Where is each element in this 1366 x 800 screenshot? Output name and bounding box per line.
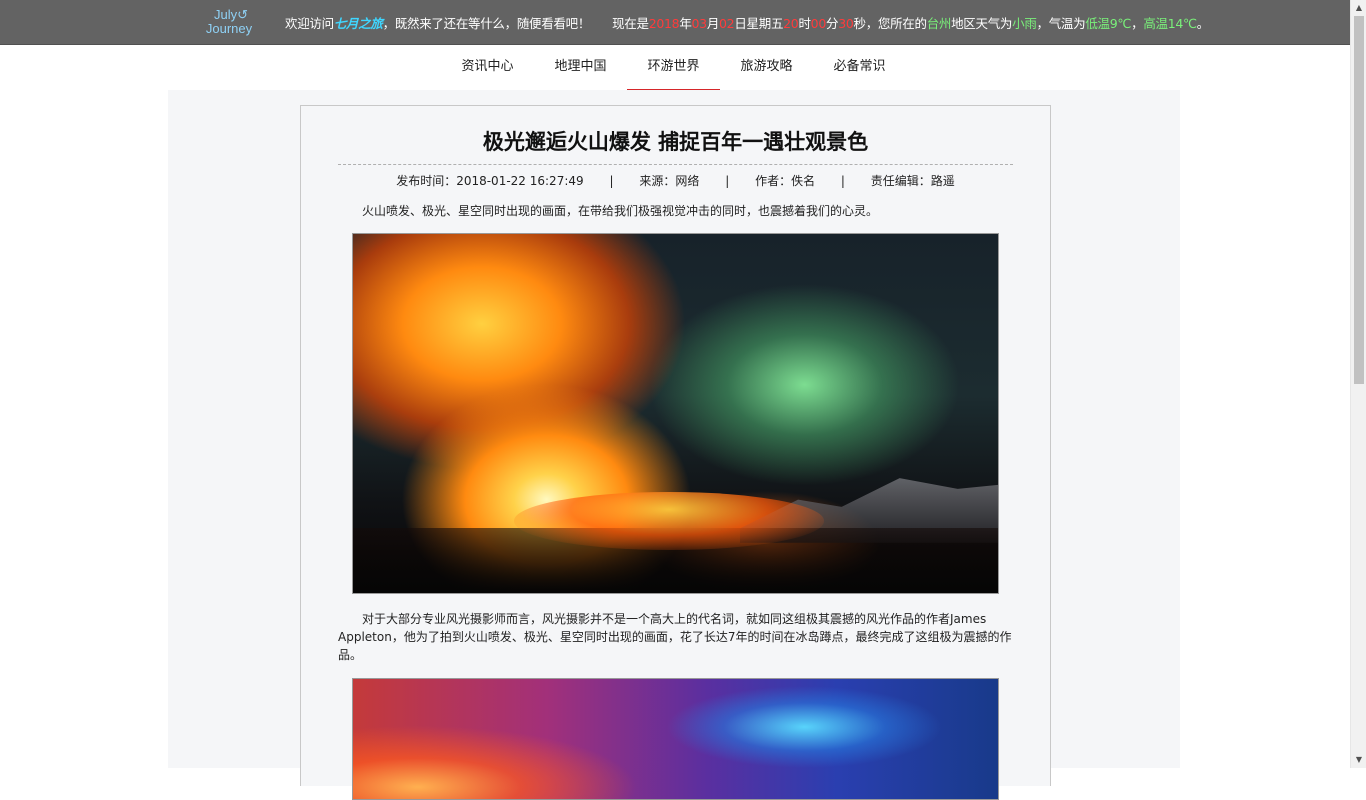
volcano-aurora-photo: [352, 233, 999, 594]
hour-value: 20: [783, 16, 799, 31]
temp-prefix: ，气温为: [1036, 16, 1086, 31]
welcome-end: 。: [1196, 16, 1210, 31]
logo-line1: July↺: [213, 7, 248, 22]
editor: 责任编辑：路遥: [870, 174, 955, 188]
time-label: 现在是: [612, 16, 649, 31]
location-prefix: 秒，您所在的: [853, 16, 928, 31]
meta-separator: |: [725, 174, 730, 188]
welcome-prefix: 欢迎访问: [285, 16, 334, 31]
weather-value: 小雨: [1012, 16, 1037, 31]
article: 极光邂逅火山爆发 捕捉百年一遇壮观景色 发布时间：2018-01-22 16:2…: [300, 105, 1051, 800]
site-name: 七月之旅: [333, 16, 383, 31]
welcome-message: 欢迎访问七月之旅，既然来了还在等什么，随便看看吧！ 现在是2018年03月02日…: [285, 16, 1210, 31]
welcome-suffix: ，既然来了还在等什么，随便看看吧！: [382, 16, 591, 31]
weather-prefix: 地区天气为: [951, 16, 1013, 31]
article-intro: 火山喷发、极光、星空同时出现的画面，在带给我们极强视觉冲击的同时，也震撼着我们的…: [362, 204, 879, 218]
day-value: 02: [719, 16, 735, 31]
temp-comma: ，: [1131, 16, 1144, 31]
nav-item-news[interactable]: 资讯中心: [441, 45, 534, 91]
source: 来源：网络: [639, 174, 700, 188]
author: 作者：佚名: [755, 174, 816, 188]
nav-item-world-travel[interactable]: 环游世界: [627, 45, 720, 91]
title-divider: [338, 164, 1013, 165]
main-nav: 资讯中心 地理中国 环游世界 旅游攻略 必备常识: [441, 45, 906, 91]
year-value: 2018: [648, 16, 680, 31]
weekday-value: 五: [770, 16, 784, 31]
nav-item-geography-china[interactable]: 地理中国: [534, 45, 627, 91]
second-value: 30: [838, 16, 854, 31]
low-temp: 低温9℃: [1085, 16, 1132, 31]
logo[interactable]: July↺ Journey: [200, 8, 258, 36]
scroll-down-arrow-icon[interactable]: ▼: [1351, 752, 1366, 768]
volcano-aurora-photo-2: [352, 678, 999, 800]
top-bar: July↺ Journey 欢迎访问七月之旅，既然来了还在等什么，随便看看吧！ …: [0, 0, 1350, 45]
scroll-thumb[interactable]: [1354, 16, 1364, 384]
minute-value: 00: [810, 16, 827, 31]
scroll-up-arrow-icon[interactable]: ▲: [1351, 0, 1366, 16]
nav-item-essentials[interactable]: 必备常识: [813, 45, 906, 91]
city-value: 台州: [926, 16, 952, 31]
meta-separator: |: [840, 174, 845, 188]
article-meta: 发布时间：2018-01-22 16:27:49 | 来源：网络 | 作者：佚名…: [301, 172, 1050, 189]
high-temp: 高温14℃: [1143, 16, 1197, 31]
meta-separator: |: [609, 174, 614, 188]
logo-line2: Journey: [205, 21, 253, 36]
month-value: 03: [691, 16, 708, 31]
article-body: 对于大部分专业风光摄影师而言，风光摄影并不是一个高大上的代名词，就如同这组极其震…: [338, 612, 1012, 662]
nav-item-travel-guide[interactable]: 旅游攻略: [720, 45, 813, 91]
vertical-scrollbar[interactable]: ▲ ▼: [1350, 0, 1366, 768]
lava-glow: [514, 492, 824, 550]
publish-time: 发布时间：2018-01-22 16:27:49: [396, 174, 584, 188]
article-title: 极光邂逅火山爆发 捕捉百年一遇壮观景色: [482, 130, 869, 154]
